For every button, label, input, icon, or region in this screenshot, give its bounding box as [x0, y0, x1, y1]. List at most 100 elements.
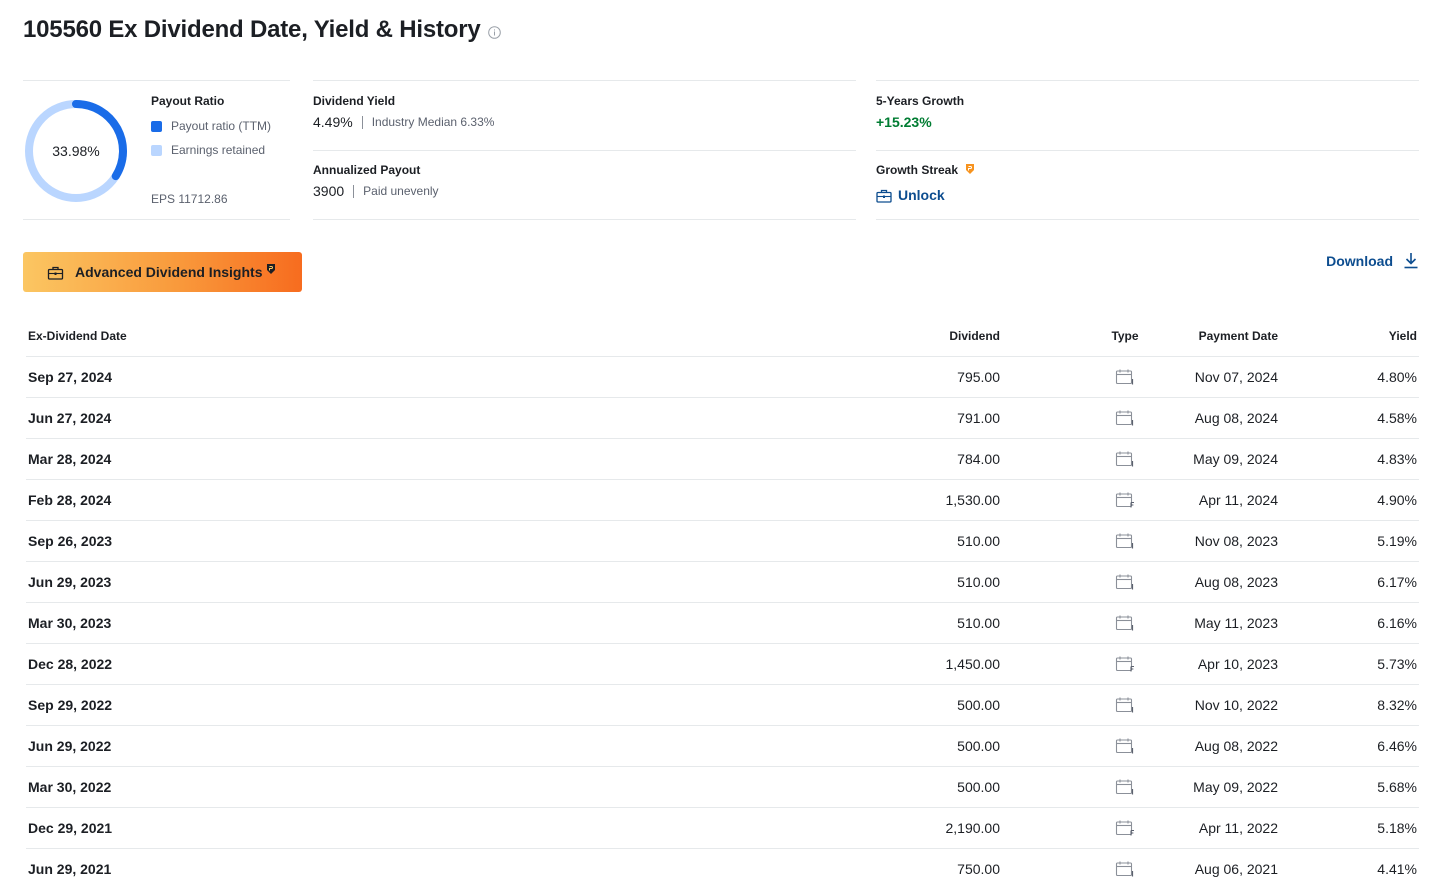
quarterly-calendar-icon[interactable] [1110, 439, 1140, 479]
download-label: Download [1326, 252, 1393, 269]
ex-dividend-date: Sep 26, 2023 [28, 533, 113, 549]
divider [361, 115, 363, 129]
dividend-amount: 795.00 [957, 369, 1000, 385]
yield-value: 8.32% [1377, 697, 1417, 713]
industry-median: Industry Median 6.33% [371, 115, 495, 129]
legend-earnings-retained: Earnings retained [151, 143, 265, 157]
table-row: Dec 28, 2022 1,450.00 Apr 10, 2023 5.73% [26, 644, 1419, 685]
payment-date: Aug 08, 2023 [1194, 574, 1278, 590]
yield-value: 4.41% [1377, 861, 1417, 877]
dividend-amount: 2,190.00 [945, 820, 1001, 836]
payment-date: Apr 10, 2023 [1197, 656, 1278, 672]
table-row: Jun 27, 2024 791.00 Aug 08, 2024 4.58% [26, 398, 1419, 439]
annualized-payout-label: Annualized Payout [313, 163, 421, 177]
pro-badge-icon [966, 164, 975, 174]
eps-value: EPS 11712.86 [151, 192, 228, 206]
table-row: Dec 29, 2021 2,190.00 Apr 11, 2022 5.18% [26, 808, 1419, 849]
quarterly-calendar-icon[interactable] [1110, 521, 1140, 561]
quarterly-calendar-icon[interactable] [1110, 726, 1140, 766]
payout-ratio-heading: Payout Ratio [151, 94, 225, 108]
ex-dividend-date: Mar 30, 2023 [28, 615, 112, 631]
legend-label-retained: Earnings retained [171, 143, 266, 157]
divider [353, 184, 355, 198]
table-row: Sep 27, 2024 795.00 Nov 07, 2024 4.80% [26, 357, 1419, 398]
yield-value: 6.46% [1377, 738, 1417, 754]
header-payment-date[interactable]: Payment Date [1199, 316, 1278, 356]
advanced-dividend-insights-button[interactable]: Advanced Dividend Insights [23, 252, 302, 292]
dividend-amount: 510.00 [957, 533, 1000, 549]
ex-dividend-date: Dec 28, 2022 [28, 656, 113, 672]
quarterly-calendar-icon[interactable] [1110, 849, 1140, 886]
dividend-amount: 784.00 [957, 451, 1000, 467]
quarterly-calendar-icon[interactable] [1110, 398, 1140, 438]
unlock-growth-streak-link[interactable]: Unlock [876, 187, 945, 203]
payment-date: Aug 08, 2024 [1194, 410, 1278, 426]
download-button[interactable]: Download [1326, 252, 1419, 269]
lock-bag-icon [47, 266, 64, 280]
quarterly-calendar-icon[interactable] [1110, 603, 1140, 643]
ex-dividend-date: Feb 28, 2024 [28, 492, 112, 508]
table-row: Jun 29, 2022 500.00 Aug 08, 2022 6.46% [26, 726, 1419, 767]
final-calendar-icon[interactable] [1110, 480, 1140, 520]
payment-date: May 11, 2023 [1194, 615, 1278, 631]
dividend-amount: 1,450.00 [945, 656, 1001, 672]
header-dividend[interactable]: Dividend [949, 316, 1000, 356]
five-year-growth-row: +15.23% [876, 114, 932, 130]
payment-date: May 09, 2024 [1193, 451, 1278, 467]
ex-dividend-date: Mar 30, 2022 [28, 779, 112, 795]
yield-value: 5.73% [1377, 656, 1417, 672]
table-row: Feb 28, 2024 1,530.00 Apr 11, 2024 4.90% [26, 480, 1419, 521]
header-type[interactable]: Type [1110, 316, 1140, 356]
dividend-amount: 510.00 [957, 615, 1000, 631]
legend-swatch-payout [151, 120, 162, 132]
quarterly-calendar-icon[interactable] [1110, 685, 1140, 725]
header-yield[interactable]: Yield [1389, 316, 1417, 356]
ex-dividend-date: Dec 29, 2021 [28, 820, 113, 836]
dividend-amount: 510.00 [957, 574, 1000, 590]
card-divider [313, 150, 856, 151]
payment-date: Apr 11, 2024 [1198, 492, 1278, 508]
quarterly-calendar-icon[interactable] [1110, 767, 1140, 807]
lock-bag-icon [876, 189, 892, 203]
yield-payout-card: Dividend Yield 4.49% Industry Median 6.3… [313, 80, 856, 220]
payout-ratio-card: 33.98% Payout Ratio Payout ratio (TTM) E… [23, 80, 290, 220]
header-ex-dividend-date[interactable]: Ex-Dividend Date [28, 316, 127, 356]
yield-value: 4.80% [1377, 369, 1417, 385]
page-title: 105560 Ex Dividend Date, Yield & History [23, 16, 501, 44]
payment-date: Aug 08, 2022 [1194, 738, 1278, 754]
growth-card: 5-Years Growth +15.23% Growth Streak Unl… [876, 80, 1419, 220]
dividend-amount: 1,530.00 [945, 492, 1001, 508]
quarterly-calendar-icon[interactable] [1110, 357, 1140, 397]
yield-value: 6.16% [1377, 615, 1417, 631]
five-year-growth-value: +15.23% [876, 114, 932, 130]
annualized-payout-row: 3900 Paid unevenly [313, 183, 439, 199]
yield-value: 4.58% [1377, 410, 1417, 426]
yield-value: 6.17% [1377, 574, 1417, 590]
final-calendar-icon[interactable] [1110, 808, 1140, 848]
legend-swatch-retained [151, 144, 162, 156]
info-icon[interactable] [487, 18, 501, 39]
advanced-dividend-insights-label: Advanced Dividend Insights [75, 264, 263, 280]
ex-dividend-date: Jun 29, 2023 [28, 574, 112, 590]
table-row: Mar 30, 2023 510.00 May 11, 2023 6.16% [26, 603, 1419, 644]
dividend-amount: 791.00 [957, 410, 1000, 426]
final-calendar-icon[interactable] [1110, 644, 1140, 684]
payment-date: Nov 08, 2023 [1194, 533, 1278, 549]
card-divider [876, 150, 1419, 151]
growth-streak-label: Growth Streak [876, 163, 975, 177]
dividend-amount: 500.00 [957, 738, 1000, 754]
yield-value: 5.18% [1377, 820, 1417, 836]
ex-dividend-date: Jun 29, 2021 [28, 861, 112, 877]
dividend-amount: 500.00 [957, 779, 1000, 795]
quarterly-calendar-icon[interactable] [1110, 562, 1140, 602]
payment-date: Nov 10, 2022 [1194, 697, 1278, 713]
dividend-yield-row: 4.49% Industry Median 6.33% [313, 114, 494, 130]
growth-streak-text: Growth Streak [876, 163, 959, 177]
table-row: Mar 30, 2022 500.00 May 09, 2022 5.68% [26, 767, 1419, 808]
ex-dividend-date: Jun 27, 2024 [28, 410, 112, 426]
ex-dividend-date: Jun 29, 2022 [28, 738, 112, 754]
ex-dividend-date: Mar 28, 2024 [28, 451, 112, 467]
download-icon [1404, 253, 1418, 269]
payment-date: Apr 11, 2022 [1198, 820, 1278, 836]
dividend-history-table: Ex-Dividend Date Dividend Type Payment D… [26, 316, 1419, 886]
